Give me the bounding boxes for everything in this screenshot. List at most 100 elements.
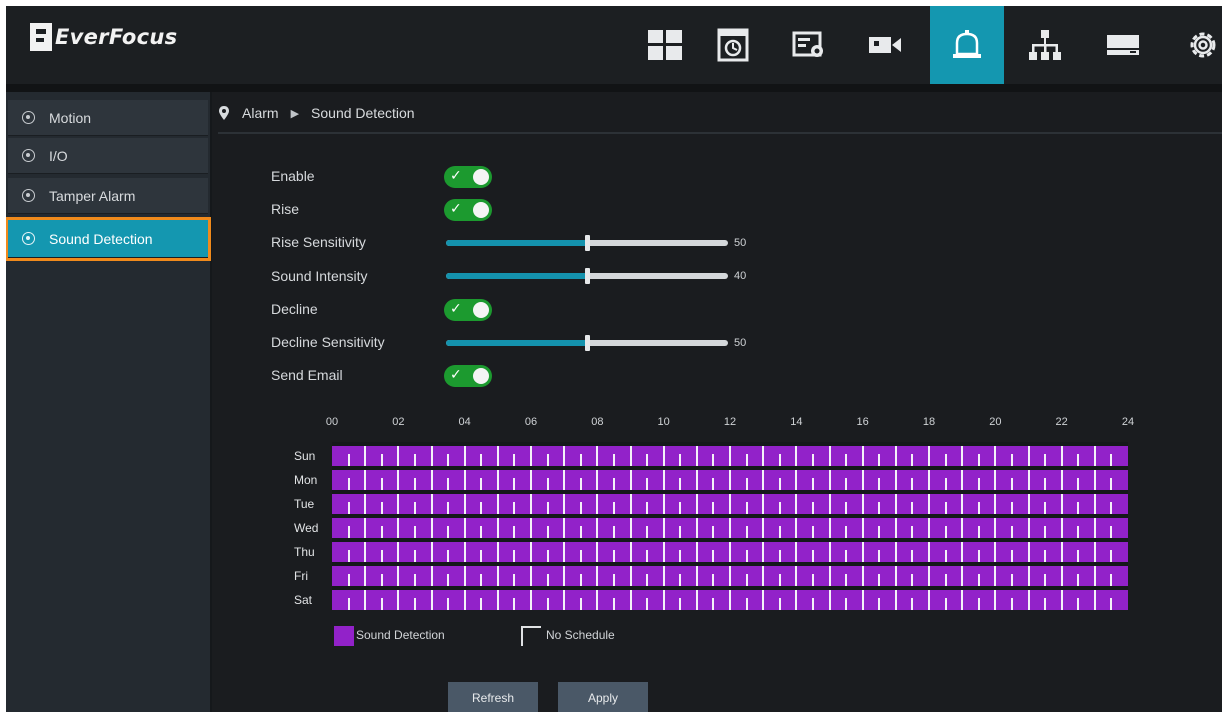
refresh-button[interactable]: Refresh — [448, 682, 538, 712]
grid-line — [811, 598, 814, 610]
grid-line — [928, 518, 930, 538]
grid-line — [911, 574, 914, 586]
schedule-grid[interactable] — [332, 442, 1128, 610]
nav-camera[interactable] — [848, 6, 922, 84]
schedule-row[interactable] — [332, 542, 1128, 562]
grid-line — [695, 590, 698, 610]
grid-line — [795, 494, 798, 514]
decline-sensitivity-slider[interactable] — [446, 335, 728, 351]
toggle-knob — [473, 202, 489, 218]
grid-line — [1027, 590, 1030, 610]
grid-line — [994, 494, 997, 514]
rise-toggle[interactable]: ✓ — [444, 199, 492, 221]
grid-line — [364, 494, 367, 514]
grid-line — [911, 502, 914, 514]
grid-line — [563, 470, 566, 490]
nav-live-view[interactable] — [628, 6, 702, 84]
grid-line — [480, 454, 483, 466]
grid-line — [1077, 574, 1080, 586]
grid-line — [878, 574, 881, 586]
grid-line — [1044, 478, 1047, 490]
grid-line — [563, 518, 566, 538]
grid-line — [861, 446, 864, 466]
schedule-row[interactable] — [332, 494, 1128, 514]
nav-image[interactable] — [772, 6, 846, 84]
grid-line — [1010, 550, 1013, 562]
grid-line — [1044, 526, 1047, 538]
breadcrumb-root[interactable]: Alarm — [242, 105, 279, 121]
grid-line — [745, 502, 748, 514]
nav-playback[interactable] — [696, 6, 770, 84]
grid-line — [496, 590, 499, 610]
grid-line — [745, 574, 748, 586]
grid-line — [928, 494, 930, 514]
grid-line — [1110, 574, 1113, 586]
rise-sensitivity-slider[interactable] — [446, 235, 728, 251]
grid-line — [1110, 550, 1113, 562]
hour-label: 12 — [723, 416, 737, 428]
storage-icon — [1107, 35, 1139, 55]
sound-intensity-slider[interactable] — [446, 268, 728, 284]
sidebar-item-motion[interactable]: Motion — [8, 100, 208, 136]
grid-line — [463, 494, 466, 514]
grid-line — [530, 518, 532, 538]
sidebar-item-tamper-alarm[interactable]: Tamper Alarm — [8, 178, 208, 214]
grid-line — [380, 574, 383, 586]
breadcrumb-divider — [218, 132, 1222, 134]
grid-line — [1077, 526, 1080, 538]
nav-storage[interactable] — [1086, 6, 1160, 84]
apply-button[interactable]: Apply — [558, 682, 648, 712]
grid-line — [762, 518, 765, 538]
schedule-row[interactable] — [332, 566, 1128, 586]
grid-line — [364, 470, 367, 490]
decline-toggle[interactable]: ✓ — [444, 299, 492, 321]
grid-line — [1060, 494, 1063, 514]
image-settings-icon — [792, 31, 823, 57]
slider-handle[interactable] — [585, 235, 590, 251]
grid-line — [894, 446, 897, 466]
schedule-row[interactable] — [332, 590, 1128, 610]
hour-label: 06 — [524, 416, 538, 428]
grid-line — [397, 494, 400, 514]
grid-line — [977, 502, 980, 514]
sidebar: Motion I/O Tamper Alarm Sound Detection — [6, 92, 212, 712]
send-email-toggle[interactable]: ✓ — [444, 365, 492, 387]
grid-line — [662, 518, 665, 538]
grid-line — [1044, 598, 1047, 610]
grid-line — [430, 494, 433, 514]
slider-handle[interactable] — [585, 268, 590, 284]
grid-line — [695, 566, 698, 586]
grid-line — [629, 518, 632, 538]
grid-line — [364, 446, 367, 466]
slider-handle[interactable] — [585, 335, 590, 351]
grid-line — [712, 574, 715, 586]
nav-alarm[interactable] — [930, 6, 1004, 84]
sidebar-item-io[interactable]: I/O — [8, 138, 208, 174]
slider-fill — [446, 240, 587, 246]
grid-line — [662, 470, 665, 490]
grid-line — [612, 502, 615, 514]
grid-line — [811, 502, 814, 514]
grid-line — [1077, 550, 1080, 562]
toggle-knob — [473, 302, 489, 318]
grid-line — [364, 566, 367, 586]
grid-line — [596, 494, 599, 514]
schedule-row[interactable] — [332, 446, 1128, 466]
grid-line — [530, 470, 532, 490]
grid-line — [828, 566, 831, 586]
grid-line — [729, 590, 731, 610]
sidebar-item-sound-detection[interactable]: Sound Detection — [6, 217, 211, 261]
enable-toggle[interactable]: ✓ — [444, 166, 492, 188]
nav-network[interactable] — [1008, 6, 1082, 84]
schedule-row[interactable] — [332, 470, 1128, 490]
grid-line — [878, 550, 881, 562]
grid-line — [513, 478, 516, 490]
grid-line — [729, 494, 731, 514]
grid-line — [977, 478, 980, 490]
schedule-row[interactable] — [332, 518, 1128, 538]
grid-line — [463, 590, 466, 610]
grid-line — [845, 502, 848, 514]
grid-line — [762, 446, 765, 466]
grid-line — [1010, 478, 1013, 490]
nav-system[interactable] — [1166, 6, 1222, 84]
